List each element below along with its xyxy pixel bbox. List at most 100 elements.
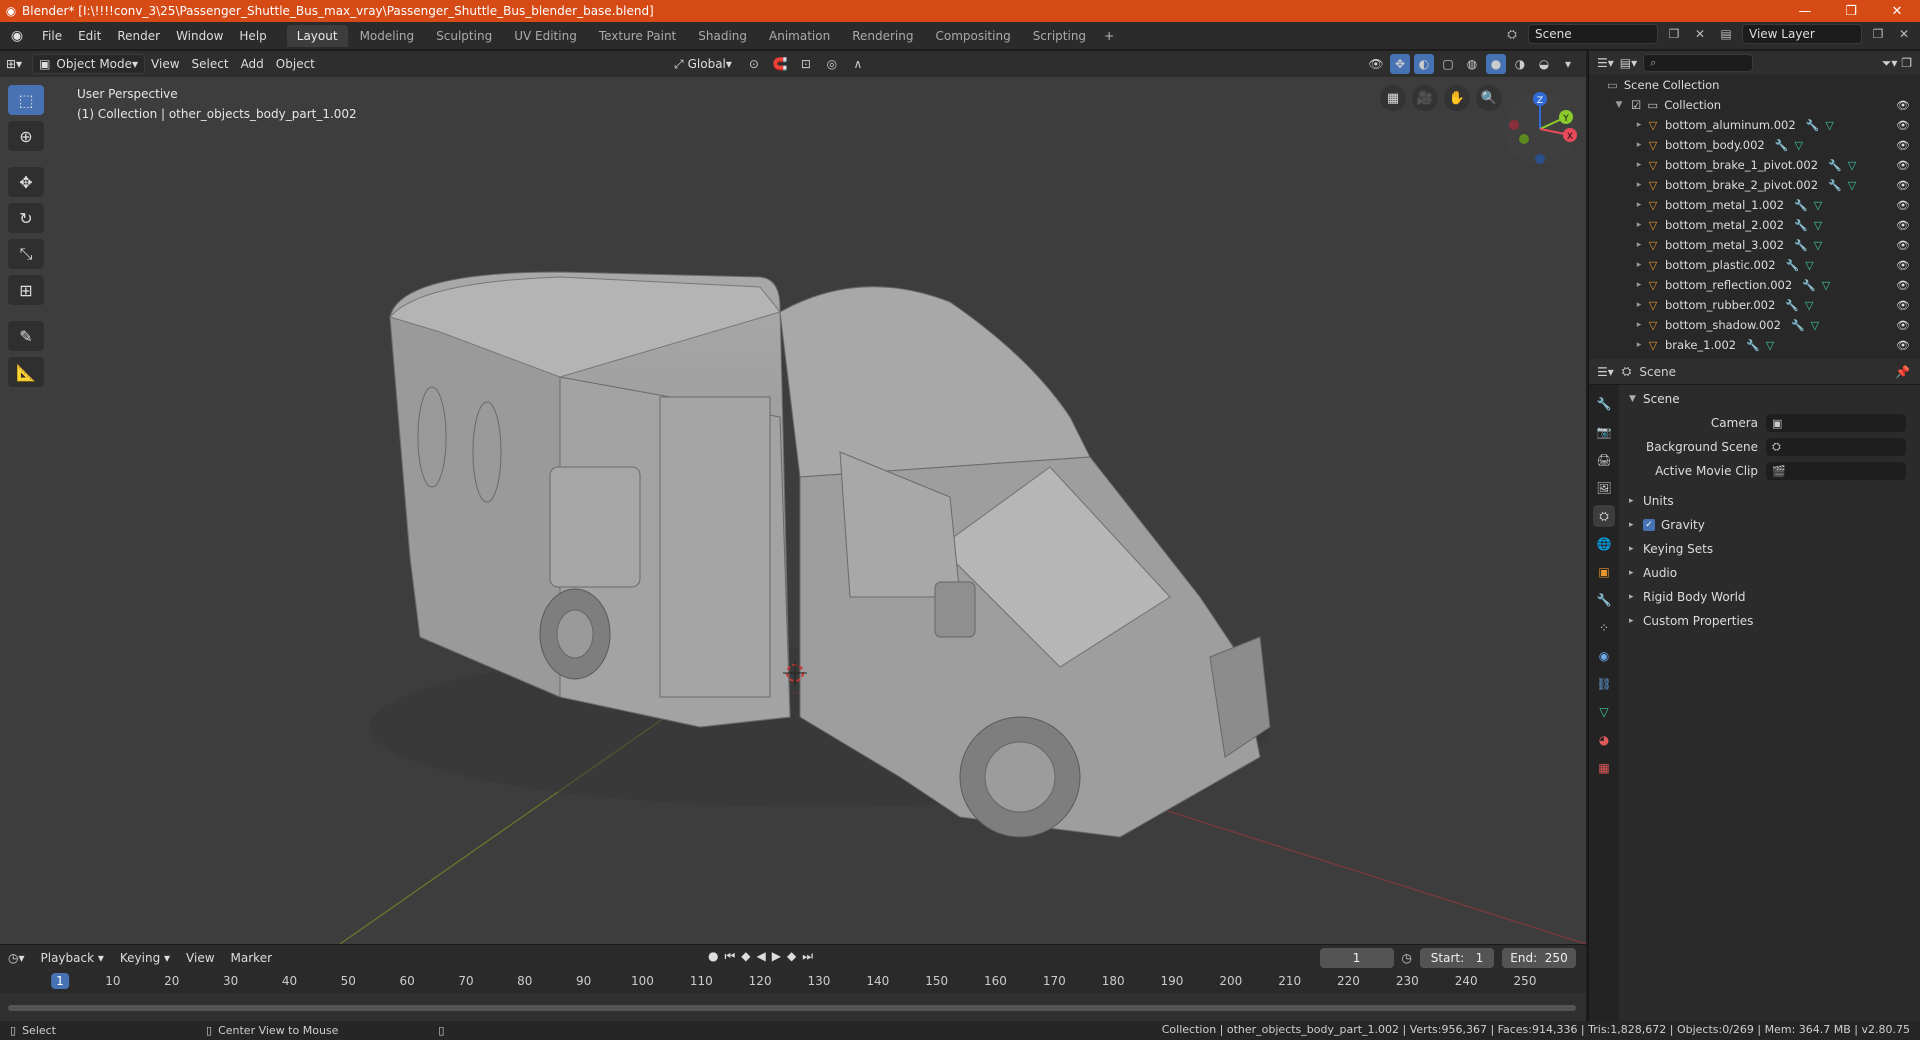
tab-scripting[interactable]: Scripting	[1023, 25, 1096, 47]
gizmo-toggle-icon[interactable]: ✥	[1390, 54, 1410, 74]
timeline-view-menu[interactable]: View	[178, 951, 222, 965]
snap-icon[interactable]: 🧲	[770, 54, 790, 74]
panel-keying-sets[interactable]: ▸ Keying Sets	[1621, 537, 1920, 561]
solid-shading-icon[interactable]: ●	[1486, 54, 1506, 74]
cursor-tool-icon[interactable]: ⊕	[8, 121, 44, 151]
editor-type-icon[interactable]: ⊞▾	[0, 54, 28, 74]
play-reverse-icon[interactable]: ◀	[757, 949, 766, 964]
panel-custom-properties[interactable]: ▸ Custom Properties	[1621, 609, 1920, 633]
mesh-data-icon[interactable]: ▽	[1814, 219, 1822, 232]
add-workspace-icon[interactable]: +	[1098, 25, 1120, 47]
expand-icon[interactable]: ▸	[1633, 180, 1645, 190]
output-tab-icon[interactable]: 🖨	[1593, 449, 1615, 471]
menu-render[interactable]: Render	[109, 29, 168, 43]
texture-tab-icon[interactable]: ▦	[1593, 757, 1615, 779]
record-icon[interactable]: ●	[708, 949, 718, 964]
modifier-icon[interactable]: 🔧	[1791, 319, 1805, 332]
scene-field[interactable]: Scene	[1528, 24, 1658, 44]
outliner-item[interactable]: ▸ ▽ bottom_metal_3.002 🔧 ▽ 👁	[1589, 235, 1920, 255]
outliner-item[interactable]: ▸ ▽ bottom_brake_1_pivot.002 🔧 ▽ 👁	[1589, 155, 1920, 175]
frame-ruler[interactable]: 1 10 20 30 40 50 60 70 80 90 100 110 120 130 140 150 160…	[0, 971, 1586, 993]
modifier-icon[interactable]: 🔧	[1746, 339, 1760, 352]
render-tab-icon[interactable]: 📷	[1593, 421, 1615, 443]
playback-menu[interactable]: Playback ▾	[33, 951, 112, 965]
current-frame-field[interactable]: 1	[1319, 948, 1394, 968]
tab-rendering[interactable]: Rendering	[842, 25, 923, 47]
eye-icon[interactable]: 👁	[1896, 119, 1910, 132]
mesh-data-icon[interactable]: ▽	[1825, 119, 1833, 132]
timeline-area[interactable]: 1 10 20 30 40 50 60 70 80 90 100 110 120 130 140 150 160…	[0, 971, 1586, 1021]
modifier-icon[interactable]: 🔧	[1802, 279, 1816, 292]
maximize-button[interactable]: ❐	[1828, 0, 1874, 22]
outliner-item[interactable]: ▸ ▽ bottom_plastic.002 🔧 ▽ 👁	[1589, 255, 1920, 275]
eye-icon[interactable]: 👁	[1896, 279, 1910, 292]
scene-section-header[interactable]: ▼ Scene	[1621, 387, 1920, 411]
expand-icon[interactable]: ▸	[1633, 140, 1645, 150]
eye-icon[interactable]: 👁	[1896, 179, 1910, 192]
menu-help[interactable]: Help	[231, 29, 274, 43]
modifier-icon[interactable]: 🔧	[1794, 239, 1808, 252]
eye-icon[interactable]: 👁	[1896, 139, 1910, 152]
select-box-tool-icon[interactable]: ⬚	[8, 85, 44, 115]
modifier-icon[interactable]: 🔧	[1806, 119, 1820, 132]
outliner-item[interactable]: ▸ ▽ bottom_shadow.002 🔧 ▽ 👁	[1589, 315, 1920, 335]
eye-icon[interactable]: 👁	[1896, 259, 1910, 272]
prev-keyframe-icon[interactable]: ◆	[741, 949, 750, 964]
modifier-icon[interactable]: 🔧	[1785, 299, 1799, 312]
eye-icon[interactable]: 👁	[1896, 199, 1910, 212]
expand-icon[interactable]: ▸	[1633, 160, 1645, 170]
mesh-data-icon[interactable]: ▽	[1848, 159, 1856, 172]
menu-view[interactable]: View	[145, 54, 185, 74]
tab-sculpting[interactable]: Sculpting	[426, 25, 502, 47]
visibility-icon[interactable]: 👁	[1366, 54, 1386, 74]
tab-animation[interactable]: Animation	[759, 25, 840, 47]
play-icon[interactable]: ▶	[772, 949, 781, 964]
tab-layout[interactable]: Layout	[286, 24, 348, 47]
delete-view-layer-icon[interactable]: ✕	[1894, 24, 1914, 44]
panel-audio[interactable]: ▸ Audio	[1621, 561, 1920, 585]
background-scene-input[interactable]: ⛭	[1766, 438, 1906, 456]
wireframe-shading-icon[interactable]: ◍	[1462, 54, 1482, 74]
measure-tool-icon[interactable]: 📐	[8, 357, 44, 387]
tab-shading[interactable]: Shading	[688, 25, 757, 47]
particles-tab-icon[interactable]: ⁘	[1593, 617, 1615, 639]
physics-tab-icon[interactable]: ◉	[1593, 645, 1615, 667]
modifier-icon[interactable]: 🔧	[1786, 259, 1800, 272]
constraints-tab-icon[interactable]: ⛓	[1593, 673, 1615, 695]
material-shading-icon[interactable]: ◑	[1510, 54, 1530, 74]
move-tool-icon[interactable]: ✥	[8, 167, 44, 197]
ortho-toggle-icon[interactable]: ▦	[1380, 85, 1406, 111]
expand-icon[interactable]: ▸	[1633, 340, 1645, 350]
properties-editor-icon[interactable]: ☰▾	[1597, 365, 1614, 379]
navigation-gizmo[interactable]: Z Y X	[1500, 89, 1580, 169]
mode-dropdown[interactable]: ▣ Object Mode ▾	[32, 54, 146, 74]
menu-object[interactable]: Object	[270, 54, 321, 74]
mesh-data-icon[interactable]: ▽	[1848, 179, 1856, 192]
modifier-icon[interactable]: 🔧	[1775, 139, 1789, 152]
modifier-icon[interactable]: 🔧	[1794, 219, 1808, 232]
zoom-view-icon[interactable]: 🔍	[1476, 85, 1502, 111]
modifier-tab-icon[interactable]: 🔧	[1593, 589, 1615, 611]
rotate-tool-icon[interactable]: ↻	[8, 203, 44, 233]
blender-menu-icon[interactable]: ◉	[0, 28, 34, 44]
outliner-item[interactable]: ▸ ▽ brake_1.002 🔧 ▽ 👁	[1589, 335, 1920, 355]
mesh-data-icon[interactable]: ▽	[1814, 199, 1822, 212]
expand-icon[interactable]: ▸	[1633, 260, 1645, 270]
panel-gravity[interactable]: ▸ ✓ Gravity	[1621, 513, 1920, 537]
object-tab-icon[interactable]: ▣	[1593, 561, 1615, 583]
expand-icon[interactable]: ▸	[1633, 300, 1645, 310]
transform-tool-icon[interactable]: ⊞	[8, 275, 44, 305]
delete-scene-icon[interactable]: ✕	[1690, 24, 1710, 44]
modifier-icon[interactable]: 🔧	[1828, 179, 1842, 192]
rendered-shading-icon[interactable]: ◒	[1534, 54, 1554, 74]
scene-tab-icon[interactable]: ⛭	[1593, 505, 1615, 527]
eye-icon[interactable]: 👁	[1896, 159, 1910, 172]
tab-compositing[interactable]: Compositing	[925, 25, 1020, 47]
xray-icon[interactable]: ▢	[1438, 54, 1458, 74]
timeline-editor-icon[interactable]: ◷▾	[0, 951, 33, 965]
eye-icon[interactable]: 👁	[1896, 239, 1910, 252]
outliner-item[interactable]: ▸ ▽ bottom_brake_2_pivot.002 🔧 ▽ 👁	[1589, 175, 1920, 195]
eye-icon[interactable]: 👁	[1896, 219, 1910, 232]
scene-icon[interactable]: ⛭	[1502, 24, 1522, 44]
expand-icon[interactable]: ▸	[1633, 120, 1645, 130]
